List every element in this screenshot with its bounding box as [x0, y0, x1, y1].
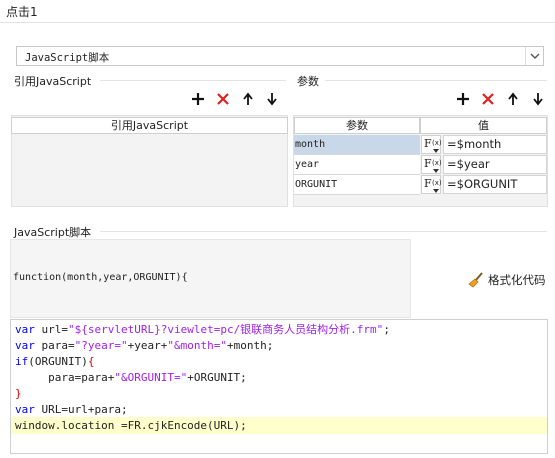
param-name-header: 参数	[294, 117, 420, 134]
code-token: para=para+	[15, 371, 115, 384]
code-token: para=	[34, 339, 75, 352]
code-token: var	[15, 339, 35, 352]
code-token: "?year="	[74, 339, 128, 352]
param-name: ORGUNIT	[295, 179, 338, 190]
delete-x-icon[interactable]	[481, 92, 495, 106]
param-section-divider	[325, 80, 547, 81]
chevron-down-icon[interactable]	[525, 47, 543, 65]
arrow-down-icon[interactable]	[265, 92, 279, 106]
formula-editor-button[interactable]: F (x)	[421, 175, 442, 194]
code-token: (ORGUNIT)	[28, 355, 88, 368]
formula-editor-button[interactable]: F (x)	[421, 135, 442, 154]
script-section-divider	[100, 231, 547, 232]
ref-js-column-header: 引用JavaScript	[11, 117, 288, 134]
param-value-input[interactable]: =$month	[443, 135, 547, 154]
arrow-down-icon[interactable]	[531, 92, 545, 106]
param-section-label: 参数	[297, 75, 319, 88]
param-value-header: 值	[420, 117, 547, 134]
code-line: window.location =FR.cjkEncode(URL);	[15, 417, 247, 434]
code-token: url=	[34, 323, 68, 336]
window-title: 点击1	[6, 5, 38, 19]
code-line: var url="${servletURL}?viewlet=pc/银联商务人员…	[15, 321, 390, 338]
param-name: month	[295, 139, 326, 150]
arrow-up-icon[interactable]	[506, 92, 520, 106]
code-line: }	[15, 385, 22, 402]
code-line: para=para+"&ORGUNIT="+ORGUNIT;	[15, 369, 247, 386]
code-token: var	[15, 323, 35, 336]
delete-x-icon[interactable]	[216, 92, 230, 106]
plus-icon[interactable]	[456, 92, 470, 106]
fx-icon: F	[424, 157, 432, 170]
script-section-label: JavaScript脚本	[14, 226, 92, 239]
code-token: {	[87, 355, 95, 368]
code-token: var	[15, 403, 35, 416]
code-token: +ORGUNIT;	[187, 371, 247, 384]
arrow-up-icon[interactable]	[241, 92, 255, 106]
plus-icon[interactable]	[191, 92, 205, 106]
param-row-name[interactable]: year	[294, 155, 420, 175]
title-divider	[0, 22, 555, 23]
code-token: }	[15, 387, 22, 400]
code-token: "&month="	[167, 339, 227, 352]
code-line: if(ORGUNIT){	[15, 353, 94, 370]
param-row-name[interactable]: month	[294, 135, 420, 155]
code-token: "&ORGUNIT="	[114, 371, 188, 384]
code-editor[interactable]: var url="${servletURL}?viewlet=pc/银联商务人员…	[10, 319, 548, 454]
fx-icon: F	[424, 137, 432, 150]
code-token: ;	[383, 323, 390, 336]
action-type-dropdown[interactable]: JavaScript脚本	[16, 46, 544, 66]
code-token: "${servletURL}?viewlet=pc/银联商务人员结构分析.frm…	[68, 323, 384, 336]
param-value-input[interactable]: =$year	[443, 155, 547, 174]
code-token: URL=url+para;	[34, 403, 128, 416]
dropdown-value: JavaScript脚本	[25, 52, 110, 64]
ref-section-label: 引用JavaScript	[14, 75, 92, 88]
ref-section-divider	[100, 80, 286, 81]
code-line: var URL=url+para;	[15, 401, 128, 418]
param-value-input[interactable]: =$ORGUNIT	[443, 175, 547, 194]
code-line: var para="?year="+year+"&month="+month;	[15, 337, 273, 354]
format-code-label: 格式化代码	[488, 273, 546, 287]
function-signature: function(month,year,ORGUNIT){	[13, 272, 188, 283]
code-token: +month;	[226, 339, 274, 352]
code-token: window.location =FR.cjkEncode(URL);	[15, 419, 247, 432]
fx-icon: F	[424, 177, 432, 190]
broom-icon	[468, 272, 484, 291]
code-token: if	[15, 355, 29, 368]
code-token: +year+	[127, 339, 168, 352]
param-name: year	[295, 159, 320, 170]
param-row-name[interactable]: ORGUNIT	[294, 175, 420, 195]
formula-editor-button[interactable]: F (x)	[421, 155, 442, 174]
